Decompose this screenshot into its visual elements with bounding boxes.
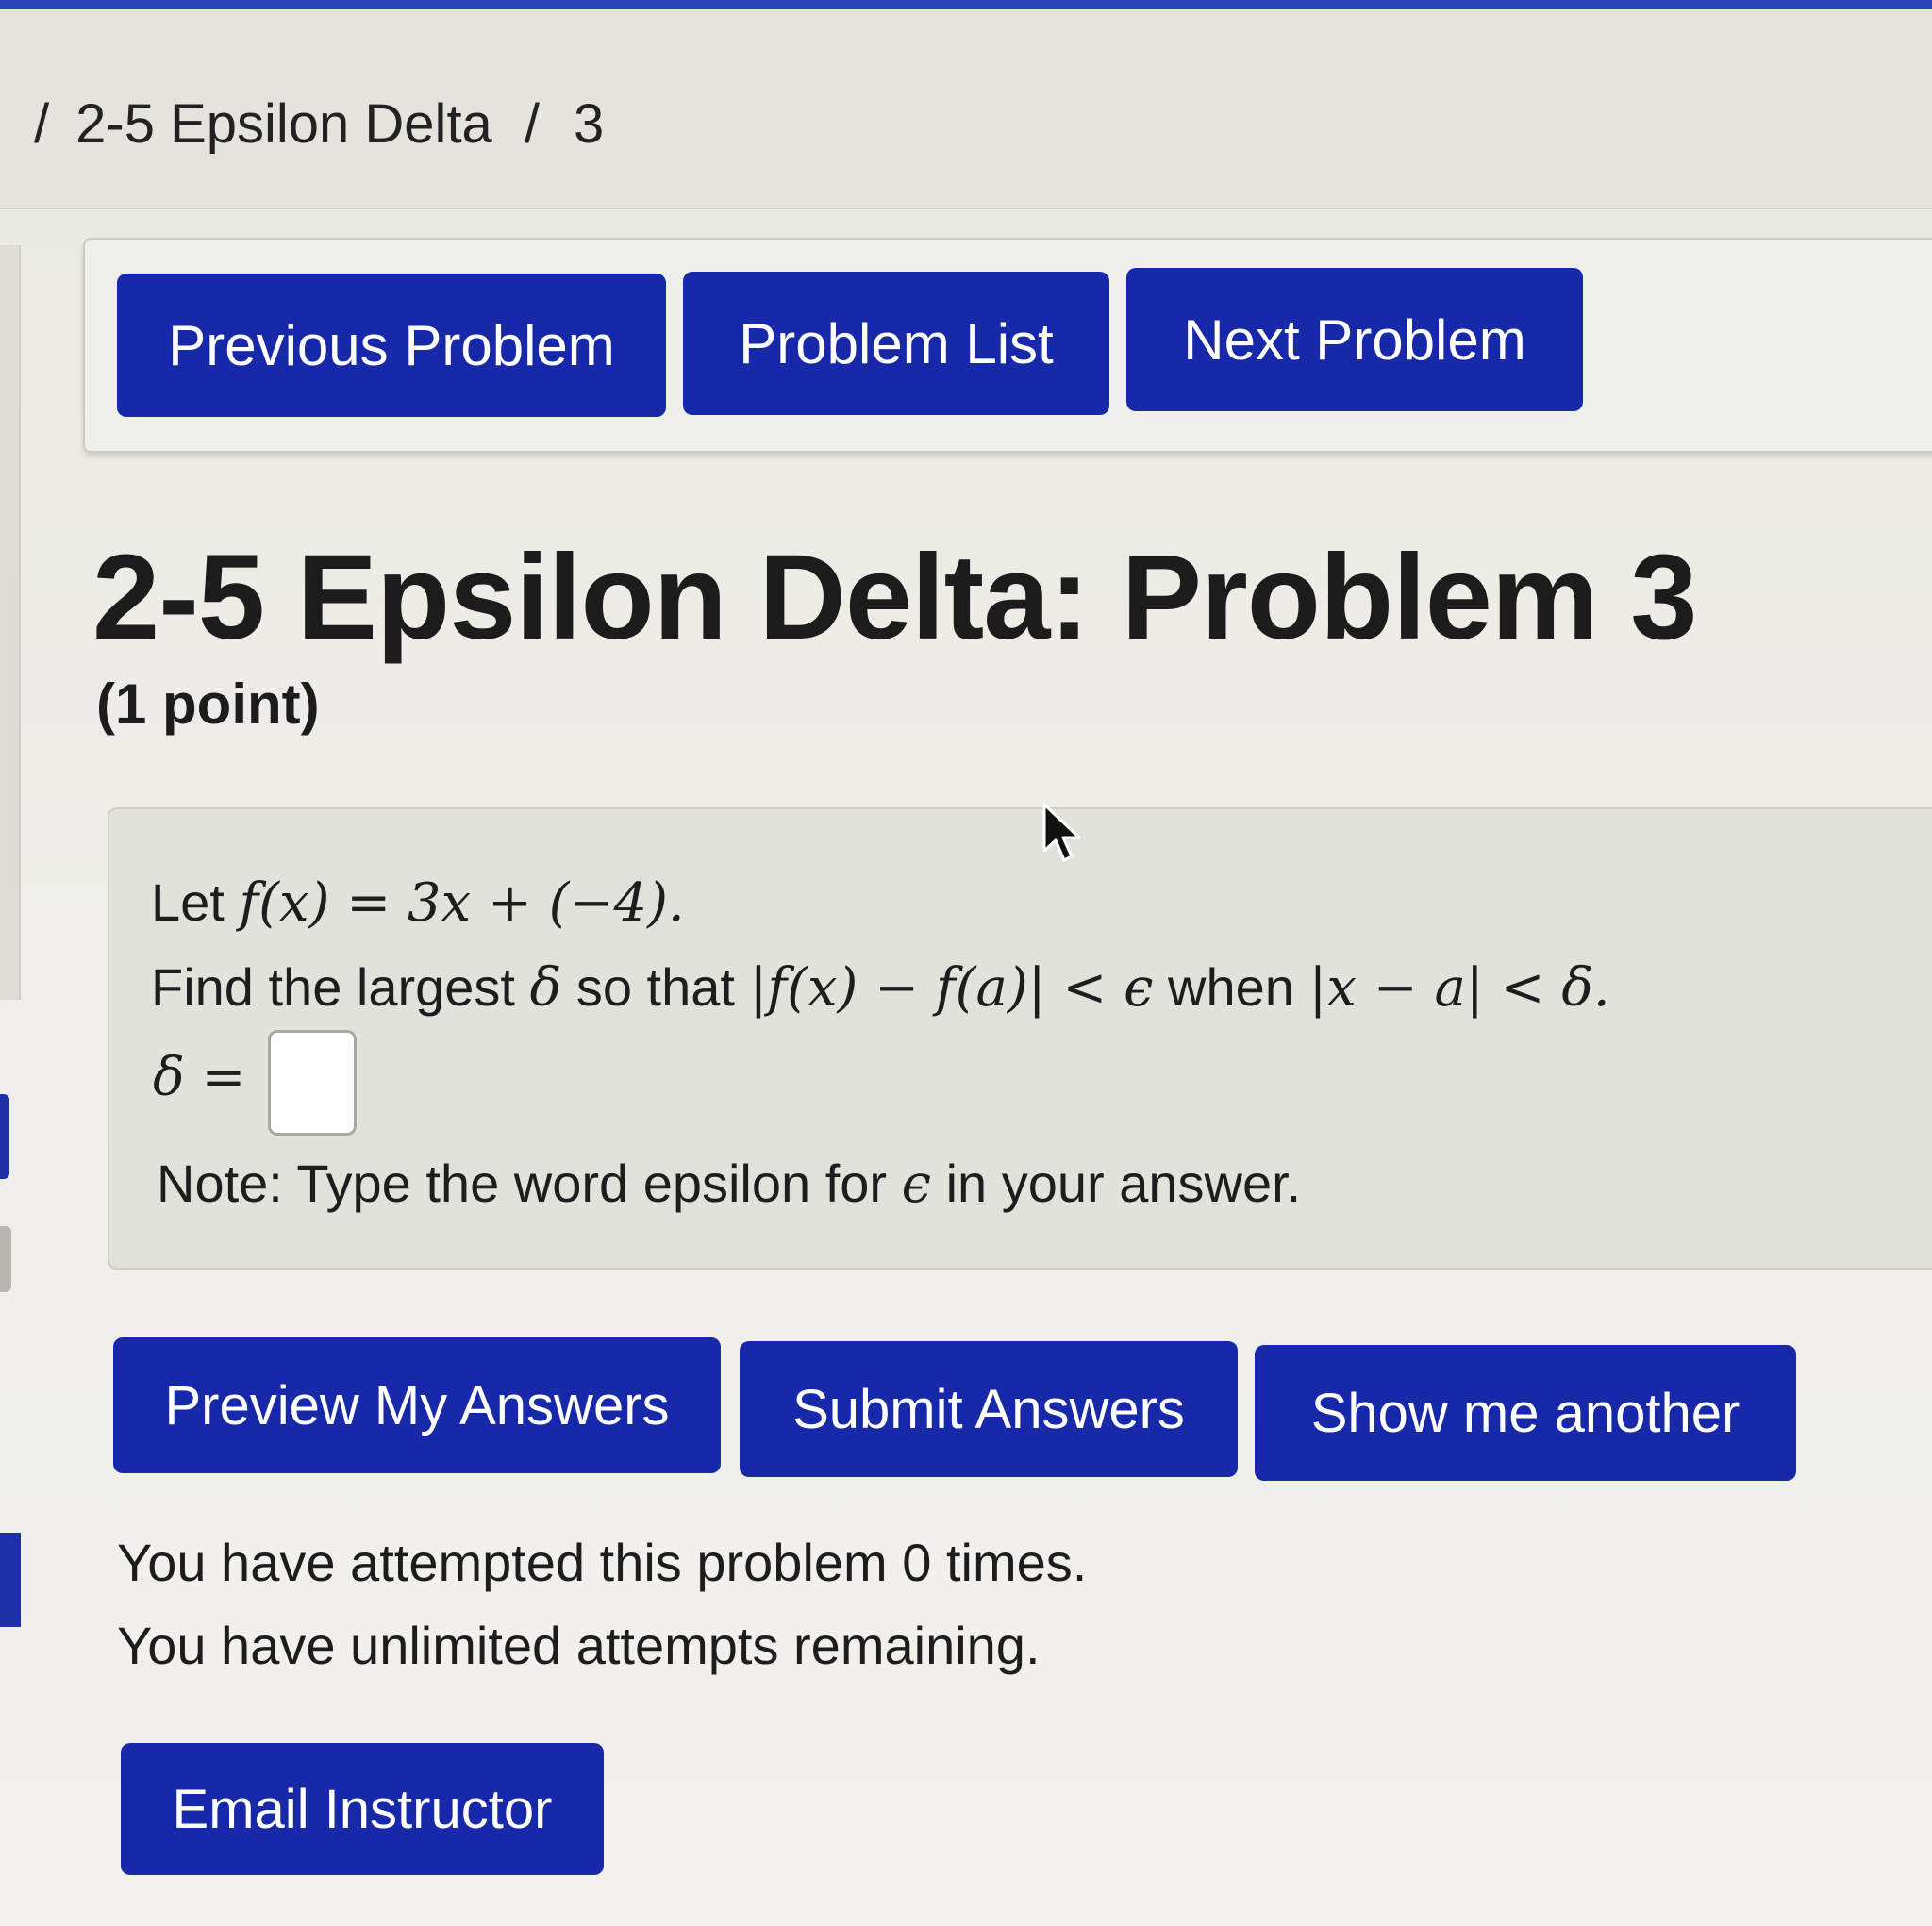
delta-symbol: δ	[529, 957, 562, 1019]
mouse-pointer-icon	[1042, 803, 1081, 862]
next-problem-button[interactable]: Next Problem	[1126, 268, 1583, 411]
question-text: when	[1153, 957, 1309, 1017]
previous-problem-button[interactable]: Previous Problem	[117, 274, 666, 417]
attempts-count-text: You have attempted this problem 0 times.	[117, 1533, 1088, 1592]
breadcrumb-separator: /	[524, 93, 540, 155]
breadcrumb-separator: /	[34, 93, 50, 155]
epsilon-symbol: ϵ	[901, 1154, 932, 1215]
answer-note: Note: Type the word epsilon for ϵ in you…	[157, 1153, 1301, 1215]
delta-answer-input[interactable]	[268, 1030, 357, 1136]
problem-question-line: Find the largest δ so that |f(x) − f(a)|…	[151, 956, 1610, 1019]
epsilon-condition: |f(x) − f(a)| < ϵ	[749, 957, 1154, 1019]
email-instructor-button[interactable]: Email Instructor	[121, 1743, 604, 1875]
left-sidebar-edge	[0, 245, 21, 1000]
delta-condition: |x − a| < δ.	[1308, 957, 1610, 1019]
statement-text: Let	[151, 872, 240, 932]
problem-list-button[interactable]: Problem List	[683, 272, 1109, 415]
sidebar-tab[interactable]	[0, 1226, 11, 1292]
breadcrumb-set-link[interactable]: 2-5 Epsilon Delta	[75, 93, 492, 155]
answer-label: δ =	[153, 1047, 246, 1108]
question-text: so that	[561, 957, 750, 1017]
page: / 2-5 Epsilon Delta / 3 Previous Problem Pr…	[0, 0, 1932, 1926]
show-another-button[interactable]: Show me another	[1255, 1345, 1796, 1481]
submit-answers-button[interactable]: Submit Answers	[740, 1341, 1238, 1477]
top-accent-bar	[0, 0, 1932, 9]
breadcrumb: / 2-5 Epsilon Delta / 3	[34, 92, 604, 156]
page-title: 2-5 Epsilon Delta: Problem 3	[92, 530, 1697, 665]
problem-points: (1 point)	[96, 672, 320, 736]
preview-answers-button[interactable]: Preview My Answers	[113, 1337, 721, 1473]
note-text: Note: Type the word epsilon for	[157, 1154, 902, 1213]
note-text: in your answer.	[931, 1154, 1302, 1213]
attempts-remaining-text: You have unlimited attempts remaining.	[117, 1616, 1041, 1675]
problem-statement-line: Let f(x) = 3x + (−4).	[151, 872, 685, 934]
sidebar-tab[interactable]	[0, 1533, 21, 1627]
sidebar-tab[interactable]	[0, 1094, 9, 1179]
question-text: Find the largest	[151, 957, 530, 1017]
function-definition: f(x) = 3x + (−4).	[239, 872, 685, 934]
breadcrumb-problem: 3	[573, 93, 605, 155]
